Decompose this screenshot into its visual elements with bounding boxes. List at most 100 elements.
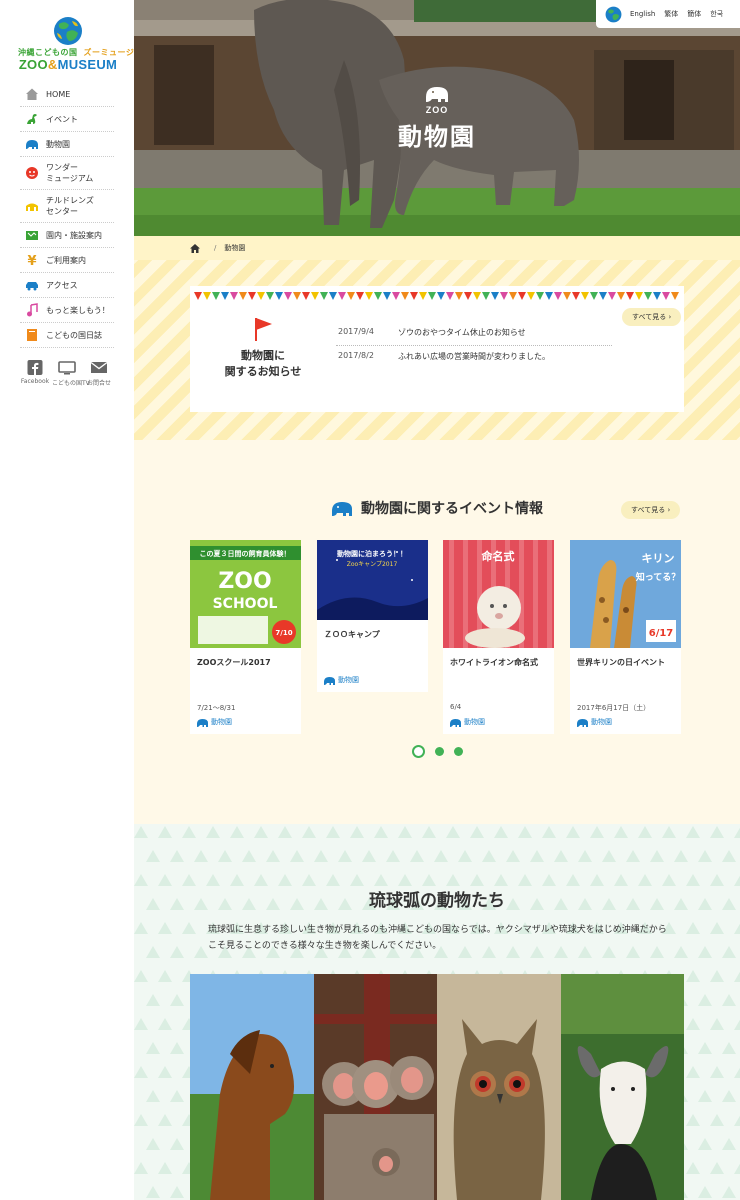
notice-item[interactable]: 2017/8/2 ふれあい広場の営業時間が変わりました。	[336, 346, 612, 369]
elephant-icon	[426, 87, 448, 102]
language-switcher: English 繁体 簡体 한국	[596, 0, 740, 28]
elephant-icon	[577, 718, 588, 727]
carousel-dot[interactable]	[453, 747, 463, 756]
event-card[interactable]: 命名式 ホワイトライオン命名式 6/4 動物園	[443, 540, 554, 734]
globe-logo-icon	[54, 17, 82, 45]
sidebar-item-guide[interactable]: ¥ ご利用案内	[20, 248, 114, 273]
events-title: 動物園に関するイベント情報	[361, 501, 543, 517]
sidebar-item-label: 園内・施設案内	[46, 230, 102, 240]
sidebar-item-access[interactable]: アクセス	[20, 273, 114, 298]
logo-zoo: ZOO	[18, 57, 48, 72]
notice-heading-line1: 動物園に	[241, 349, 285, 362]
event-date: 2017年6月17日（土）	[577, 704, 651, 712]
car-icon	[25, 278, 39, 292]
logo-amp: &	[47, 57, 58, 72]
animals-description: 琉球弧に生息する珍しい生き物が見れるのも沖縄こどもの国ならでは。ヤクシマザルや琉…	[208, 925, 667, 951]
sidebar-item-event[interactable]: イベント	[20, 107, 114, 132]
elephant-icon	[324, 676, 335, 685]
notice-heading: 動物園に 関するお知らせ	[208, 316, 318, 380]
svg-text:6/17: 6/17	[649, 628, 674, 639]
social-links: Facebook こどもの国TV お問合せ	[20, 360, 114, 387]
event-category-label: 動物園	[338, 676, 359, 684]
notice-list: 2017/9/4 ゾウのおやつタイム休止のお知らせ 2017/8/2 ふれあい広…	[336, 322, 612, 369]
sidebar-item-label: もっと楽しもう！	[46, 305, 110, 315]
event-card[interactable]: キリン 知ってる？ 6/17 世界キリンの日イベント 2017年6月17日（土）…	[570, 540, 681, 734]
logo-sub-ja: 沖縄こどもの国	[18, 48, 78, 57]
breadcrumb-current: 動物園	[224, 244, 246, 252]
lang-traditional-chinese[interactable]: 繁体	[664, 9, 678, 19]
elephant-icon	[332, 501, 352, 516]
notice-date: 2017/9/4	[338, 327, 374, 336]
events-section: 動物園に関するイベント情報 すべて見る › この夏３日間の飼育員体験！ ZOO …	[134, 440, 740, 824]
sidebar-item-label: ご利用案内	[46, 255, 86, 265]
sidebar-item-label: 動物園	[46, 139, 70, 149]
sidebar-item-label: ワンダー ミュージアム	[46, 163, 94, 183]
house-icon	[25, 87, 39, 101]
social-label: お問合せ	[86, 380, 111, 387]
facebook-icon	[27, 360, 43, 375]
svg-text:命名式: 命名式	[481, 549, 515, 563]
event-category-label: 動物園	[464, 718, 485, 726]
breadcrumb-separator: /	[214, 244, 217, 252]
svg-text:¥: ¥	[27, 254, 36, 267]
sidebar-item-diary[interactable]: こどもの国日誌	[20, 323, 114, 348]
event-title: ホワイトライオン命名式	[450, 658, 538, 667]
page-title: 動物園	[398, 123, 476, 151]
tv-link[interactable]: こどもの国TV	[52, 360, 90, 387]
sidebar-item-zoo[interactable]: 動物園	[20, 132, 114, 157]
sidebar-item-label: こどもの国日誌	[46, 330, 102, 340]
sidebar-item-label: HOME	[46, 89, 71, 99]
sidebar-item-home[interactable]: HOME	[20, 82, 114, 107]
event-date: 6/4	[450, 703, 462, 711]
sidebar: 沖縄こどもの国 ズーミュージアム ZOO&MUSEUM HOME イベント 動物園…	[0, 0, 150, 1200]
event-title: ZOOスクール2017	[197, 658, 271, 667]
home-icon[interactable]	[190, 243, 200, 253]
sidebar-item-facility-map[interactable]: 園内・施設案内	[20, 223, 114, 248]
svg-text:Zooキャンプ2017: Zooキャンプ2017	[347, 561, 398, 568]
notice-date: 2017/8/2	[338, 351, 374, 360]
notice-see-all-button[interactable]: すべて見る ›	[622, 308, 682, 326]
svg-text:7/10: 7/10	[275, 629, 292, 637]
svg-text:ZOO: ZOO	[218, 569, 271, 594]
site-logo[interactable]: 沖縄こどもの国 ズーミュージアム ZOO&MUSEUM	[18, 16, 150, 76]
animals-title: 琉球弧の動物たち	[369, 891, 505, 911]
sidebar-item-label: イベント	[46, 114, 78, 124]
event-category: 動物園	[450, 717, 485, 727]
notice-item[interactable]: 2017/9/4 ゾウのおやつタイム休止のお知らせ	[336, 322, 612, 346]
zoo-camp-poster: 動物園に泊まろう！！ Zooキャンプ2017	[317, 540, 428, 620]
elephant-icon	[25, 137, 39, 151]
hero-title: ZOO 動物園	[134, 84, 740, 152]
notice-section: / 動物園 動物園に 関するお知らせ 2017/9/4 ゾウのおやつタイム休止の…	[134, 236, 740, 440]
event-card[interactable]: この夏３日間の飼育員体験！ ZOO SCHOOL 7/10 ZOOスクール201…	[190, 540, 301, 734]
contact-link[interactable]: お問合せ	[84, 360, 114, 387]
sidebar-item-enjoy-more[interactable]: もっと楽しもう！	[20, 298, 114, 323]
sidebar-item-label: チルドレンズ センター	[46, 196, 94, 216]
event-category: 動物園	[324, 675, 359, 685]
event-card[interactable]: 動物園に泊まろう！！ Zooキャンプ2017 ＺＯＯキャンプ 動物園	[317, 540, 428, 692]
logo-museum: MUSEUM	[57, 57, 118, 72]
carousel-dot[interactable]	[411, 745, 425, 758]
horse-photo[interactable]	[190, 974, 314, 1200]
lang-korean[interactable]: 한국	[710, 9, 723, 19]
globe-icon	[605, 6, 622, 22]
owl-photo[interactable]	[437, 974, 561, 1200]
carousel-dot[interactable]	[434, 747, 444, 756]
lang-english[interactable]: English	[630, 10, 655, 18]
events-see-all-button[interactable]: すべて見る ›	[621, 501, 681, 519]
goat-photo[interactable]	[560, 974, 684, 1200]
event-category-label: 動物園	[591, 718, 612, 726]
bunting-decoration	[194, 292, 679, 300]
macaque-photo[interactable]	[313, 974, 437, 1200]
hero-banner: ZOO 動物園	[134, 0, 740, 236]
notebook-icon	[25, 328, 39, 342]
sidebar-item-wonder-museum[interactable]: ワンダー ミュージアム	[20, 157, 114, 190]
sidebar-item-childrens-center[interactable]: チルドレンズ センター	[20, 190, 114, 223]
facebook-link[interactable]: Facebook	[20, 360, 50, 387]
giraffe-day-poster: キリン 知ってる？ 6/17	[570, 540, 681, 648]
svg-text:SCHOOL: SCHOOL	[213, 596, 278, 612]
svg-text:知ってる？: 知ってる？	[635, 571, 681, 583]
tv-icon	[58, 361, 76, 375]
sidebar-item-label: アクセス	[46, 280, 78, 290]
svg-text:キリン: キリン	[642, 552, 675, 565]
lang-simplified-chinese[interactable]: 簡体	[687, 9, 701, 19]
